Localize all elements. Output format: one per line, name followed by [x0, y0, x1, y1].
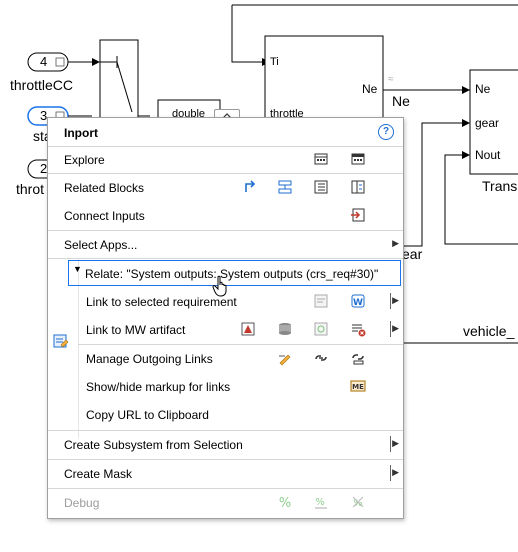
menu-item-copy-url[interactable]: Copy URL to Clipboard — [48, 401, 403, 428]
database-icon[interactable] — [277, 321, 293, 337]
signal-gear[interactable] — [402, 122, 462, 247]
signal-gear-label: ear — [402, 246, 423, 262]
menu-item-connect-inputs[interactable]: Connect Inputs — [48, 202, 403, 229]
link-arrow-icon[interactable] — [242, 179, 258, 195]
inport-4-label: throttleCC — [10, 77, 74, 93]
svg-text:%: % — [279, 496, 291, 510]
word-doc-icon[interactable]: W — [350, 293, 366, 309]
arrow-trans-ne — [462, 86, 470, 94]
trans-port-gear: gear — [475, 116, 500, 130]
menu-item-explore-label: Explore — [64, 153, 105, 167]
menu-item-connect-inputs-label: Connect Inputs — [64, 209, 145, 223]
context-menu: Inport ? Explore Related Blocks Connect … — [47, 117, 404, 519]
manage-links-icon[interactable] — [277, 350, 293, 366]
inport-2-label: throt — [16, 181, 45, 197]
submenu-arrow-icon: ▶ — [392, 438, 399, 448]
inport-4-number: 4 — [40, 54, 48, 69]
menu-item-link-mw-artifact[interactable]: Link to MW artifact ▶ — [48, 316, 403, 343]
menu-item-show-hide-markup-label: Show/hide markup for links — [86, 380, 231, 394]
signal-table-icon[interactable] — [350, 179, 366, 195]
submenu-arrow-icon: ▶ — [392, 467, 399, 477]
menu-item-select-apps-label: Select Apps... — [64, 238, 138, 252]
transmission-label: Trans — [482, 178, 518, 194]
percent-icon: % — [279, 496, 291, 510]
menu-title: Inport — [64, 126, 98, 140]
menu-item-copy-url-label: Copy URL to Clipboard — [86, 408, 209, 422]
menu-item-relate-label: Relate: "System outputs: System outputs … — [85, 267, 379, 281]
menu-item-manage-outgoing-links[interactable]: Manage Outgoing Links — [48, 345, 403, 372]
coverage-icon: % — [315, 497, 327, 509]
model-link-icon[interactable] — [240, 321, 256, 337]
list-icon[interactable] — [313, 179, 329, 195]
engine-port-ti: Ti — [270, 56, 279, 68]
block-grid-dark-icon[interactable] — [350, 151, 366, 167]
connect-inputs-icon[interactable] — [350, 207, 366, 223]
engine-port-ne: Ne — [362, 82, 378, 96]
expand-triangle-icon: ▼ — [73, 264, 82, 274]
menu-item-link-selected-requirement-label: Link to selected requirement — [86, 295, 237, 309]
submenu-arrow-icon: ▶ — [392, 295, 399, 305]
help-button[interactable]: ? — [378, 124, 394, 140]
requirement-link-icon[interactable] — [313, 293, 329, 309]
menu-item-show-hide-markup[interactable]: Show/hide markup for links ME — [48, 373, 403, 400]
menu-item-related-blocks-label: Related Blocks — [64, 181, 145, 195]
test-remove-icon[interactable] — [350, 321, 366, 337]
menu-item-link-mw-artifact-label: Link to MW artifact — [86, 323, 186, 337]
help-icon: ? — [382, 126, 390, 137]
chain-edit-icon[interactable] — [350, 350, 366, 366]
hand-cursor-icon — [212, 275, 227, 297]
test-link-icon[interactable] — [313, 321, 329, 337]
svg-text:%: % — [315, 497, 325, 508]
svg-text:%: % — [353, 498, 363, 509]
inport-4-badge — [55, 57, 65, 67]
menu-item-create-mask[interactable]: Create Mask ▶ — [48, 460, 403, 487]
menu-item-create-subsystem-label: Create Subsystem from Selection — [64, 438, 243, 452]
menu-item-related-blocks[interactable]: Related Blocks — [48, 174, 403, 201]
menu-item-debug-label: Debug — [64, 496, 100, 510]
block-grid-icon[interactable] — [313, 151, 329, 167]
submenu-arrow-icon: ▶ — [392, 323, 399, 333]
arrow-trans-nout — [462, 151, 470, 159]
svg-text:W: W — [353, 298, 363, 308]
menu-header: Inport ? — [48, 118, 403, 146]
arrow-trans-gear — [462, 119, 470, 127]
markup-icon[interactable]: ME — [350, 378, 366, 394]
menu-item-manage-outgoing-links-label: Manage Outgoing Links — [86, 352, 213, 366]
wifi-glyph: ≈ — [388, 74, 394, 85]
signal-vehicle-label: vehicle_ — [463, 323, 515, 339]
menu-item-relate[interactable]: ▼ Relate: "System outputs: System output… — [68, 260, 401, 286]
svg-text:ME: ME — [352, 383, 364, 391]
menu-item-explore[interactable]: Explore — [48, 146, 403, 173]
arrow-inport-4 — [92, 58, 100, 66]
stacked-blocks-icon[interactable] — [277, 179, 293, 195]
signal-ne-label: Ne — [392, 93, 410, 109]
menu-item-select-apps[interactable]: Select Apps... ▶ — [48, 231, 403, 258]
trans-port-nout: Nout — [475, 148, 501, 162]
trans-port-ne: Ne — [475, 82, 491, 96]
chain-icon[interactable] — [313, 350, 329, 366]
coverage-disabled-icon: % — [352, 496, 364, 509]
submenu-arrow-icon: ▶ — [392, 238, 399, 248]
menu-item-create-subsystem[interactable]: Create Subsystem from Selection ▶ — [48, 431, 403, 458]
menu-item-create-mask-label: Create Mask — [64, 467, 133, 481]
menu-item-debug: Debug % % % — [48, 489, 403, 516]
